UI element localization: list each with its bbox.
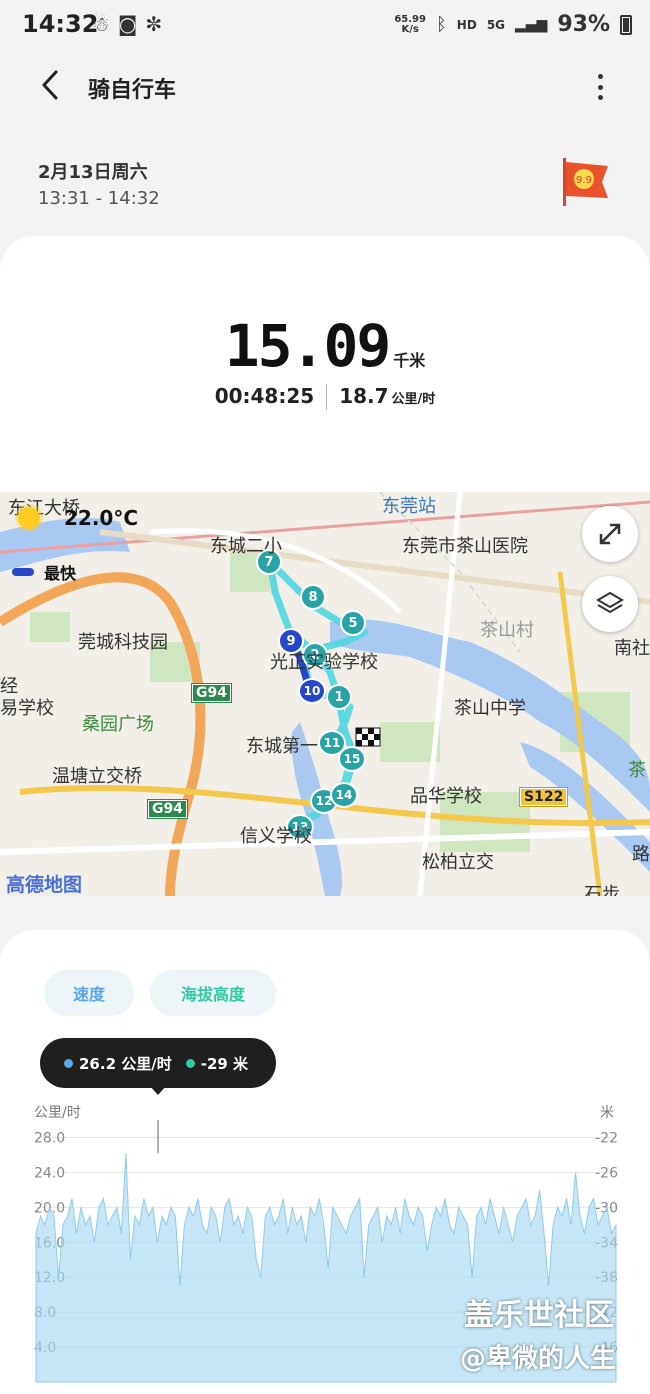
road-sign: S122 — [518, 787, 569, 807]
distance-display: 15.09 千米 — [0, 312, 650, 380]
distance-unit: 千米 — [393, 351, 426, 370]
more-options-icon[interactable] — [590, 70, 610, 104]
watermark-line1: 盖乐世社区 — [464, 1298, 614, 1333]
map-label: 东莞市茶山医院 — [402, 536, 528, 557]
map-label: 东城二小 — [210, 536, 282, 557]
map-label: 温塘立交桥 — [52, 766, 142, 787]
fastest-color-swatch — [12, 568, 34, 576]
map-label: 光正实验学校 — [270, 652, 378, 673]
fan-icon: ✼ — [145, 12, 163, 36]
temperature: 22.0°C — [64, 506, 139, 530]
expand-map-button[interactable] — [582, 506, 638, 562]
status-time: 14:32 — [22, 10, 99, 38]
session-date: 2月13日周六 — [38, 162, 148, 183]
network-type: 5G — [486, 17, 506, 32]
speed-dot — [64, 1058, 73, 1068]
map-label: 茶山村 — [480, 620, 534, 641]
map-label: 茶 — [628, 760, 646, 781]
map-label: 信义学校 — [240, 826, 312, 847]
route-marker[interactable]: 5 — [340, 610, 366, 636]
expand-icon — [599, 523, 621, 545]
map-label: 松柏立交 — [422, 852, 494, 873]
distance-value: 15.09 — [224, 312, 392, 380]
y-right-axis-label: 米 — [600, 1105, 614, 1121]
route-marker[interactable]: 15 — [338, 746, 366, 772]
sun-icon — [18, 507, 40, 529]
tab-altitude[interactable]: 海拔高度 — [150, 970, 276, 1016]
duration: 00:48:25 — [214, 384, 315, 408]
route-marker[interactable]: 1 — [326, 684, 352, 710]
map-label: 石步 — [584, 884, 620, 896]
svg-text:9.9: 9.9 — [576, 175, 592, 186]
status-right: 65.99 K/s ᛒ HD 5G ▂▄▆ 93% — [394, 12, 632, 37]
summary-stats: 00:48:25 18.7 公里/时 — [0, 384, 650, 410]
road-sign: G94 — [191, 683, 232, 703]
signal-icon: ▂▄▆ — [515, 16, 548, 33]
notification-icons: ☃ ◙ ✼ — [92, 12, 162, 36]
tooltip-speed: 26.2 公里/时 — [79, 1054, 172, 1073]
avg-speed: 18.7 公里/时 — [339, 384, 436, 408]
tab-speed[interactable]: 速度 — [44, 970, 134, 1016]
map-provider-logo: 高德地图 — [6, 874, 83, 896]
net-speed: 65.99 K/s — [394, 13, 426, 35]
status-bar: 14:32 ☃ ◙ ✼ 65.99 K/s ᛒ HD 5G ▂▄▆ 93% — [0, 0, 650, 52]
map-label: 桑园广场 — [82, 714, 154, 735]
hd-label: HD — [456, 17, 477, 32]
y-right-tick-label: -26 — [595, 1165, 618, 1181]
tooltip-pointer — [150, 1086, 166, 1095]
map-layers-button[interactable] — [582, 576, 638, 632]
layers-icon — [596, 591, 624, 614]
map-label: 易学校 — [0, 698, 54, 719]
app-notification-icon: ☃ — [92, 12, 110, 36]
watermark-line2: @卑微的人生 — [460, 1344, 617, 1374]
altitude-dot — [185, 1058, 195, 1068]
map-label: 南社 — [614, 638, 650, 659]
y-left-tick-label: 28.0 — [34, 1130, 65, 1146]
battery-icon — [620, 14, 632, 35]
chart-tooltip: 26.2 公里/时 -29 米 — [40, 1038, 276, 1088]
route-marker[interactable]: 14 — [330, 782, 358, 808]
weather-overlay: 22.0°C — [18, 506, 138, 530]
map-label: 东莞站 — [382, 496, 436, 517]
bluetooth-icon: ᛒ — [435, 14, 447, 35]
achievement-flag-icon[interactable]: 9.9 — [560, 156, 612, 208]
app-bar: 骑自行车 — [0, 52, 650, 120]
map-label: 东城第一 — [246, 736, 318, 757]
page-title: 骑自行车 — [88, 78, 177, 103]
map-label: 品华学校 — [410, 786, 482, 807]
y-right-tick-label: -22 — [595, 1130, 618, 1146]
map-label: 茶山中学 — [454, 698, 526, 719]
map-label: 莞城科技园 — [78, 632, 168, 653]
tooltip-altitude: -29 米 — [200, 1054, 249, 1073]
route-marker[interactable]: 10 — [298, 678, 326, 704]
app-notification-icon: ◙ — [117, 12, 138, 36]
session-time-range: 13:31 - 14:32 — [38, 188, 160, 209]
back-arrow-icon[interactable] — [36, 68, 66, 102]
battery-percent: 93% — [557, 12, 610, 37]
y-left-tick-label: 24.0 — [34, 1165, 65, 1181]
road-sign: G94 — [147, 799, 188, 819]
route-markers: 7 8 5 9 2 10 1 11 15 12 14 13 — [0, 492, 650, 896]
route-marker[interactable]: 8 — [300, 584, 326, 610]
legend-fastest: 最快 — [12, 560, 76, 584]
route-map[interactable]: 7 8 5 9 2 10 1 11 15 12 14 13 东江大桥 东莞站 东… — [0, 492, 650, 896]
y-left-axis-label: 公里/时 — [34, 1105, 81, 1121]
map-label: 路 — [632, 844, 650, 865]
